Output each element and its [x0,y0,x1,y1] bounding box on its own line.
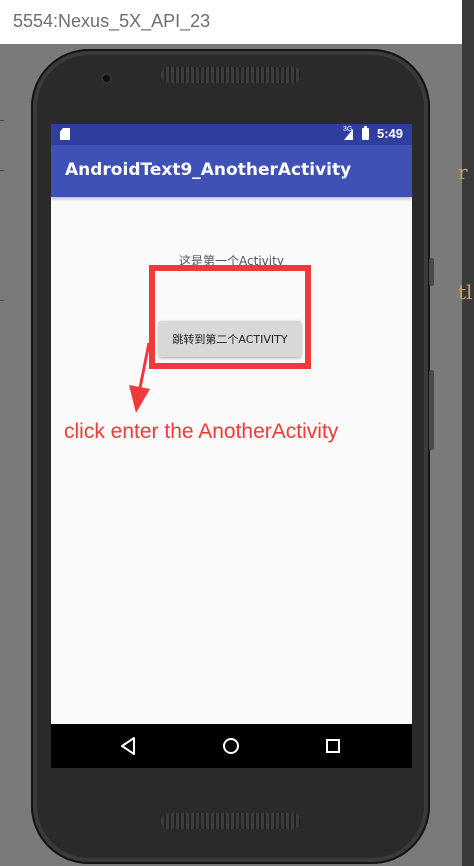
emulator-titlebar: 5554:Nexus_5X_API_23 [0,0,462,44]
app-title: AndroidText9_AnotherActivity [65,160,352,180]
device-screen: 3G 5:49 AndroidText9_AnotherActivity 这是第… [51,124,412,768]
sd-card-icon [60,128,70,140]
background-glyph-decoration: tl [458,280,473,304]
navigation-bar [51,724,412,768]
power-button[interactable] [429,370,434,450]
annotation-arrow-icon [129,342,151,413]
recents-icon[interactable] [321,734,345,758]
status-clock: 5:49 [377,126,404,141]
background-divider [0,120,4,121]
back-icon[interactable] [117,734,141,758]
speaker-grille-top [161,67,301,83]
annotation-text: click enter the AnotherActivity [64,420,339,443]
signal-icon [344,129,353,140]
background-divider [0,300,4,301]
speaker-grille-bottom [161,813,301,829]
app-bar: AndroidText9_AnotherActivity [51,145,412,197]
volume-button[interactable] [429,258,434,286]
emulator-side-panel [462,0,474,866]
battery-icon [362,126,369,140]
front-camera [103,75,110,82]
status-bar: 3G 5:49 [51,124,412,145]
background-glyph-decoration: r [458,160,468,184]
emulator-window-title: 5554:Nexus_5X_API_23 [13,11,211,31]
jump-to-second-activity-button[interactable]: 跳转到第二个ACTIVITY [159,321,301,357]
home-icon[interactable] [219,734,243,758]
background-divider [0,170,4,171]
